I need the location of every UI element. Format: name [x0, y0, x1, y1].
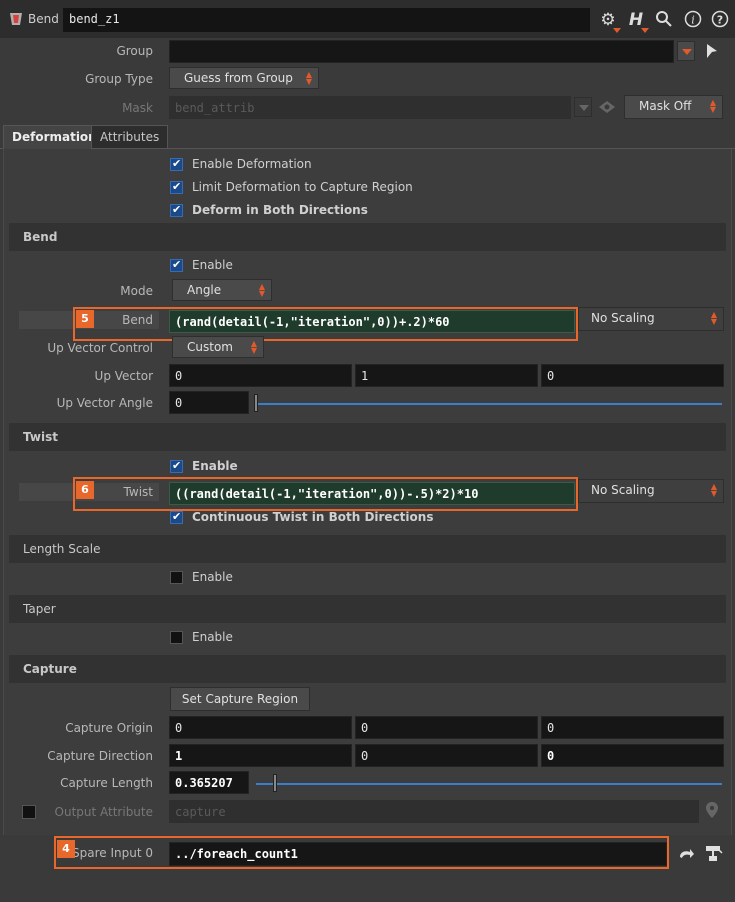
up-vector-y-field[interactable]: 1 [355, 364, 538, 387]
capture-origin-y-field[interactable]: 0 [355, 716, 538, 739]
updown-arrows-icon: ▲ ▼ [710, 482, 717, 498]
updown-arrows-icon: ▲ ▼ [709, 98, 716, 114]
twist-highlight-box [73, 477, 578, 511]
mask-label: Mask [122, 101, 153, 115]
select-arrow-icon[interactable] [704, 42, 720, 60]
up-vector-x-field[interactable]: 0 [169, 364, 352, 387]
node-chooser-icon[interactable] [703, 843, 723, 863]
up-vector-control-label: Up Vector Control [47, 341, 153, 355]
enable-deformation-label: Enable Deformation [192, 157, 312, 171]
capture-length-slider-handle[interactable] [272, 774, 277, 792]
tab-attributes[interactable]: Attributes [91, 125, 169, 149]
twist-scaling-select[interactable]: No Scaling ▲ ▼ [578, 479, 724, 503]
spare-highlight-number: 4 [57, 840, 75, 858]
taper-enable-checkbox[interactable] [170, 631, 183, 644]
up-vector-label: Up Vector [94, 369, 153, 383]
enable-deformation-checkbox[interactable] [170, 157, 183, 171]
mask-input[interactable]: bend_attrib [169, 96, 571, 119]
up-vector-angle-label: Up Vector Angle [56, 396, 153, 410]
capture-length-label: Capture Length [60, 776, 153, 790]
mode-select[interactable]: Angle ▲ ▼ [172, 279, 272, 301]
bend-enable-checkbox[interactable] [170, 258, 183, 272]
continuous-twist-label: Continuous Twist in Both Directions [192, 510, 434, 524]
twist-enable-checkbox[interactable] [170, 459, 183, 473]
twist-section-header[interactable]: Twist [9, 423, 726, 451]
limit-deformation-label: Limit Deformation to Capture Region [192, 180, 413, 194]
up-vector-angle-field[interactable]: 0 [169, 391, 249, 414]
updown-arrows-icon: ▲ ▼ [710, 310, 717, 326]
group-input[interactable] [169, 40, 674, 63]
houdini-help-icon[interactable]: H [626, 10, 649, 33]
output-attribute-field[interactable]: capture [169, 800, 699, 823]
search-icon[interactable] [654, 10, 674, 30]
svg-text:?: ? [717, 14, 723, 27]
up-vector-control-select[interactable]: Custom ▲ ▼ [172, 336, 264, 358]
deform-both-label: Deform in Both Directions [192, 203, 368, 217]
jump-to-node-icon[interactable] [677, 845, 695, 863]
capture-origin-x-field[interactable]: 0 [169, 716, 352, 739]
spare-highlight-box [54, 836, 669, 869]
mask-dropdown-button[interactable] [574, 97, 592, 117]
bend-scaling-select[interactable]: No Scaling ▲ ▼ [578, 307, 724, 331]
length-scale-enable-checkbox[interactable] [170, 571, 183, 584]
twist-highlight-number: 6 [76, 481, 94, 499]
updown-arrows-icon: ▲ ▼ [250, 339, 257, 355]
svg-text:i: i [691, 14, 695, 27]
updown-arrows-icon: ▲ ▼ [258, 282, 265, 298]
group-type-label: Group Type [85, 72, 153, 86]
mask-mode-select[interactable]: Mask Off ▲ ▼ [624, 95, 723, 119]
node-name-field[interactable]: bend_z1 [63, 8, 590, 32]
mask-eye-icon[interactable] [598, 99, 616, 115]
capture-direction-z-field[interactable]: 0 [541, 744, 724, 767]
updown-arrows-icon: ▲ ▼ [305, 70, 312, 86]
length-scale-section-header[interactable]: Length Scale [9, 535, 726, 563]
info-icon[interactable]: i [683, 10, 703, 30]
mask-mode-value: Mask Off [639, 99, 692, 113]
twist-enable-label: Enable [192, 459, 238, 473]
length-scale-enable-label: Enable [192, 570, 233, 584]
group-type-select[interactable]: Guess from Group ▲ ▼ [169, 67, 319, 89]
capture-origin-label: Capture Origin [65, 721, 153, 735]
group-label: Group [116, 44, 153, 58]
bend-highlight-number: 5 [76, 310, 94, 328]
capture-length-slider-track[interactable] [256, 783, 722, 785]
up-vector-control-value: Custom [187, 340, 233, 354]
capture-direction-x-field[interactable]: 1 [169, 744, 352, 767]
mode-value: Angle [187, 283, 222, 297]
gear-icon[interactable]: ⚙ [598, 10, 621, 33]
question-icon[interactable]: ? [710, 10, 730, 30]
capture-length-field[interactable]: 0.365207 [169, 771, 249, 794]
capture-section-header[interactable]: Capture [9, 655, 726, 683]
up-vector-z-field[interactable]: 0 [541, 364, 724, 387]
capture-direction-y-field[interactable]: 0 [355, 744, 538, 767]
deform-both-checkbox[interactable] [170, 203, 183, 217]
set-capture-region-button[interactable]: Set Capture Region [170, 687, 310, 711]
bend-section-header[interactable]: Bend [9, 223, 726, 251]
capture-direction-label: Capture Direction [47, 749, 153, 763]
limit-deformation-checkbox[interactable] [170, 180, 183, 194]
bend-highlight-box [73, 307, 578, 341]
taper-enable-label: Enable [192, 630, 233, 644]
capture-origin-z-field[interactable]: 0 [541, 716, 724, 739]
output-attribute-label: Output Attribute [54, 805, 153, 819]
up-vector-angle-slider-track[interactable] [256, 403, 722, 405]
bend-enable-label: Enable [192, 258, 233, 272]
mode-label: Mode [120, 284, 153, 298]
group-type-value: Guess from Group [184, 71, 293, 85]
bend-scaling-value: No Scaling [591, 311, 655, 325]
node-type-icon [8, 11, 24, 27]
twist-scaling-value: No Scaling [591, 483, 655, 497]
up-vector-angle-slider-handle[interactable] [254, 394, 258, 412]
location-pin-icon[interactable] [704, 801, 720, 819]
taper-section-header[interactable]: Taper [9, 595, 726, 623]
node-type-label: Bend [28, 12, 59, 26]
continuous-twist-checkbox[interactable] [170, 510, 183, 524]
group-dropdown-button[interactable] [677, 41, 695, 61]
